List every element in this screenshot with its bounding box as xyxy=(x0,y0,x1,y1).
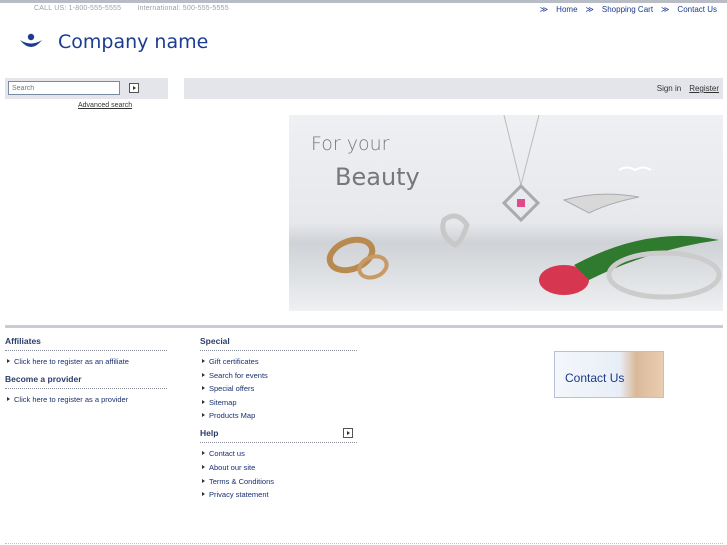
nav-contact-us-link[interactable]: Contact Us xyxy=(677,5,717,14)
footer-divider xyxy=(5,325,723,328)
account-bar: Sign in Register xyxy=(184,78,723,99)
help-expand-icon[interactable] xyxy=(343,428,353,439)
search-events-link[interactable]: Search for events xyxy=(200,371,357,380)
contact-us-link[interactable]: Contact us xyxy=(200,449,357,458)
search-go-button[interactable] xyxy=(129,83,139,93)
register-link[interactable]: Register xyxy=(689,84,719,93)
special-heading: Special xyxy=(200,336,357,351)
affiliates-column: Affiliates Click here to register as an … xyxy=(5,336,167,412)
products-map-link[interactable]: Products Map xyxy=(200,411,357,420)
affiliate-register-link[interactable]: Click here to register as an affiliate xyxy=(5,357,167,366)
bottom-border xyxy=(5,543,723,544)
company-name: Company name xyxy=(58,31,209,53)
gift-certificates-link[interactable]: Gift certificates xyxy=(200,357,357,366)
provider-heading: Become a provider xyxy=(5,374,167,389)
sign-in-link[interactable]: Sign in xyxy=(657,84,681,93)
jewelry-image xyxy=(326,115,722,300)
call-us-text: CALL US: 1-800-555-5555 xyxy=(34,5,122,12)
double-arrow-icon: ≫ xyxy=(539,5,549,14)
affiliates-heading: Affiliates xyxy=(5,336,167,351)
special-offers-link[interactable]: Special offers xyxy=(200,384,357,393)
double-arrow-icon: ≫ xyxy=(585,5,594,14)
special-column: Special Gift certificates Search for eve… xyxy=(200,336,357,507)
company-logo[interactable]: Company name xyxy=(18,31,208,53)
contact-us-banner-label: Contact Us xyxy=(565,371,625,385)
call-info: CALL US: 1-800-555-5555 International: 5… xyxy=(34,5,243,12)
double-arrow-icon: ≫ xyxy=(661,5,670,14)
privacy-link[interactable]: Privacy statement xyxy=(200,490,357,499)
terms-link[interactable]: Terms & Conditions xyxy=(200,477,357,486)
search-input[interactable] xyxy=(8,81,120,95)
about-site-link[interactable]: About our site xyxy=(200,463,357,472)
help-heading: Help xyxy=(200,428,357,444)
help-heading-label: Help xyxy=(200,428,219,439)
contact-us-banner[interactable]: Contact Us xyxy=(554,351,664,398)
top-border xyxy=(0,0,727,3)
provider-register-link[interactable]: Click here to register as a provider xyxy=(5,395,167,404)
hero-banner: For your Beauty xyxy=(289,115,723,311)
search-bar xyxy=(5,78,168,99)
top-nav: ≫ Home ≫ Shopping Cart ≫ Contact Us xyxy=(540,5,717,14)
smile-logo-icon xyxy=(18,32,44,52)
nav-shopping-cart-link[interactable]: Shopping Cart xyxy=(602,5,653,14)
international-text: International: 500-555-5555 xyxy=(137,5,229,12)
sitemap-link[interactable]: Sitemap xyxy=(200,398,357,407)
advanced-search-link[interactable]: Advanced search xyxy=(78,102,132,109)
nav-home-link[interactable]: Home xyxy=(556,5,577,14)
